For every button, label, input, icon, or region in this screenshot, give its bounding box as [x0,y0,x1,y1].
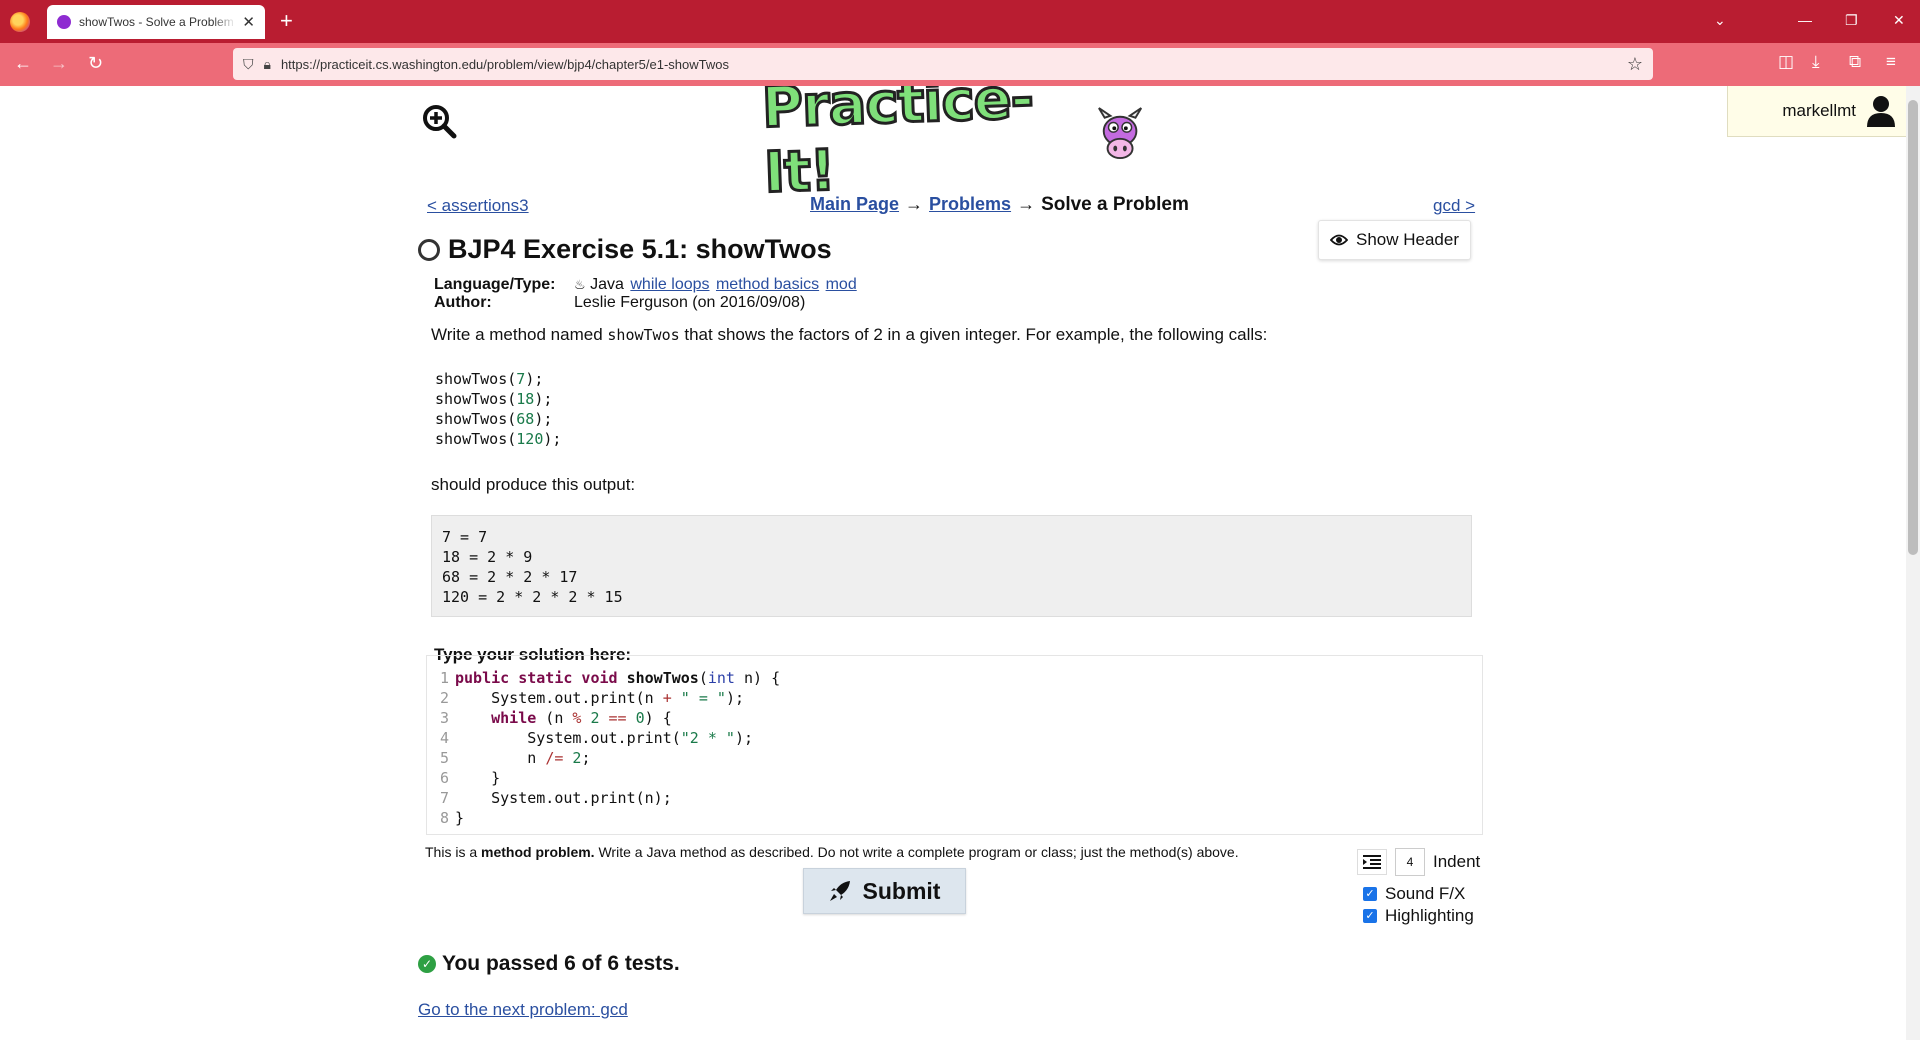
firefox-icon[interactable] [10,12,30,32]
tag-mod[interactable]: mod [826,276,857,293]
indent-icon[interactable] [1357,849,1387,875]
expected-output-box: 7 = 7 18 = 2 * 9 68 = 2 * 2 * 17 120 = 2 * … [431,515,1472,617]
description-text: Write a method named [431,325,608,344]
url-bar[interactable]: ⛉ 🔒︎ https://practiceit.cs.washington.ed… [233,48,1653,80]
pocket-icon[interactable]: ◫ [1778,52,1794,72]
code-editor[interactable]: 1 public static void showTwos(int n) { 2 … [426,655,1483,835]
lock-icon[interactable]: 🔒︎ [264,56,271,73]
options-checkboxes: ✓ Sound F/X ✓ Highlighting [1363,883,1474,927]
browser-tab[interactable]: showTwos - Solve a Problem - Practice-It… [47,5,265,39]
breadcrumb-current: Solve a Problem [1041,194,1189,215]
next-problem-nav-link[interactable]: gcd > [1433,196,1475,216]
highlighting-checkbox[interactable]: ✓ Highlighting [1363,905,1474,927]
indent-label: Indent [1433,852,1481,871]
checked-icon[interactable]: ✓ [1363,909,1377,923]
restore-icon[interactable]: ❐ [1845,12,1858,29]
sound-fx-label: Sound F/X [1385,884,1466,903]
language-key: Language/Type: [434,276,556,293]
example-call-line: showTwos(68); [435,410,553,428]
scrollbar-thumb[interactable] [1908,100,1918,555]
language-value: Java [590,276,624,293]
show-header-label: Show Header [1355,230,1459,249]
example-call-line: showTwos(7); [435,370,544,388]
cow-mascot-icon [1097,107,1142,160]
back-icon[interactable]: ← [14,53,32,74]
problem-meta: Language/Type: ♨ Java while loops method… [434,276,857,312]
minimize-icon[interactable]: — [1798,12,1812,28]
logo-text: Practice-It! [759,86,1035,207]
breadcrumb-problems[interactable]: Problems [929,194,1011,215]
list-tabs-icon[interactable]: ⌄ [1714,12,1726,29]
user-icon[interactable] [1866,95,1896,127]
submit-label: Submit [862,877,941,904]
java-icon: ♨ [574,277,586,292]
page-title: BJP4 Exercise 5.1: showTwos [448,234,832,264]
username[interactable]: markellmt [1782,101,1856,121]
url-text[interactable]: https://practiceit.cs.washington.edu/pro… [281,57,1627,72]
close-tab-icon[interactable]: ✕ [242,13,255,31]
browser-tab-bar: showTwos - Solve a Problem - Practice-It… [0,0,1920,43]
menu-icon[interactable]: ≡ [1886,52,1896,72]
example-calls: showTwos(7); showTwos(18); showTwos(68);… [435,369,561,449]
checked-icon[interactable]: ✓ [1363,887,1377,901]
practiceit-favicon-icon [57,15,71,29]
breadcrumb-arrow: → [905,194,924,214]
test-result: ✓ You passed 6 of 6 tests. [418,952,680,976]
output-line: 18 = 2 * 9 [442,548,533,566]
indent-size-input[interactable]: 4 [1395,848,1425,876]
description-text: that shows the factors of 2 in a given i… [679,325,1268,344]
example-call-line: showTwos(120); [435,430,562,448]
tag-while-loops[interactable]: while loops [630,276,709,293]
breadcrumb: Main Page → Problems → Solve a Problem [810,194,1189,216]
check-circle-icon: ✓ [418,955,436,973]
page-content: Practice-It! markellmt < assertions3 Mai… [0,86,1920,1040]
eye-icon [1329,234,1348,246]
new-tab-icon[interactable]: + [280,8,293,34]
user-box[interactable]: markellmt [1727,86,1907,137]
indent-control: 4 Indent [1357,848,1480,876]
forward-icon[interactable]: → [50,53,68,74]
output-line: 68 = 2 * 2 * 17 [442,568,578,586]
author-value: Leslie Ferguson (on 2016/09/08) [574,294,806,311]
rocket-icon [829,881,850,901]
breadcrumb-arrow: → [1017,194,1036,214]
previous-problem-link[interactable]: < assertions3 [427,196,529,216]
page-scrollbar[interactable] [1906,86,1920,1040]
next-problem-link[interactable]: Go to the next problem: gcd [418,1000,628,1020]
problem-description: Write a method named showTwos that shows… [431,325,1267,345]
should-produce-text: should produce this output: [431,475,636,494]
problem-title-row: BJP4 Exercise 5.1: showTwos [418,234,832,265]
tab-title: showTwos - Solve a Problem - Practice-It [79,15,236,29]
output-line: 120 = 2 * 2 * 2 * 15 [442,588,623,606]
extensions-icon[interactable]: ⧉ [1849,52,1861,72]
passed-text: You passed 6 of 6 tests. [442,952,680,975]
submit-button[interactable]: Submit [803,868,966,914]
practiceit-logo[interactable]: Practice-It! [759,86,1143,207]
tag-method-basics[interactable]: method basics [716,276,819,293]
sound-fx-checkbox[interactable]: ✓ Sound F/X [1363,883,1474,905]
zoom-in-icon[interactable] [416,100,462,142]
bookmark-star-icon[interactable]: ☆ [1627,54,1643,75]
shield-icon[interactable]: ⛉ [243,56,254,73]
author-key: Author: [434,294,492,311]
description-code: showTwos [607,326,680,344]
highlighting-label: Highlighting [1385,906,1474,925]
method-problem-note: This is a method problem. Write a Java m… [425,844,1239,860]
close-window-icon[interactable]: ✕ [1893,12,1905,29]
reload-icon[interactable]: ↻ [88,53,103,74]
downloads-icon[interactable]: ⤓ [1812,52,1820,72]
status-circle-icon [418,238,440,261]
breadcrumb-main-page[interactable]: Main Page [810,194,899,215]
output-line: 7 = 7 [442,528,488,546]
show-header-button[interactable]: Show Header [1318,220,1471,260]
example-call-line: showTwos(18); [435,390,553,408]
